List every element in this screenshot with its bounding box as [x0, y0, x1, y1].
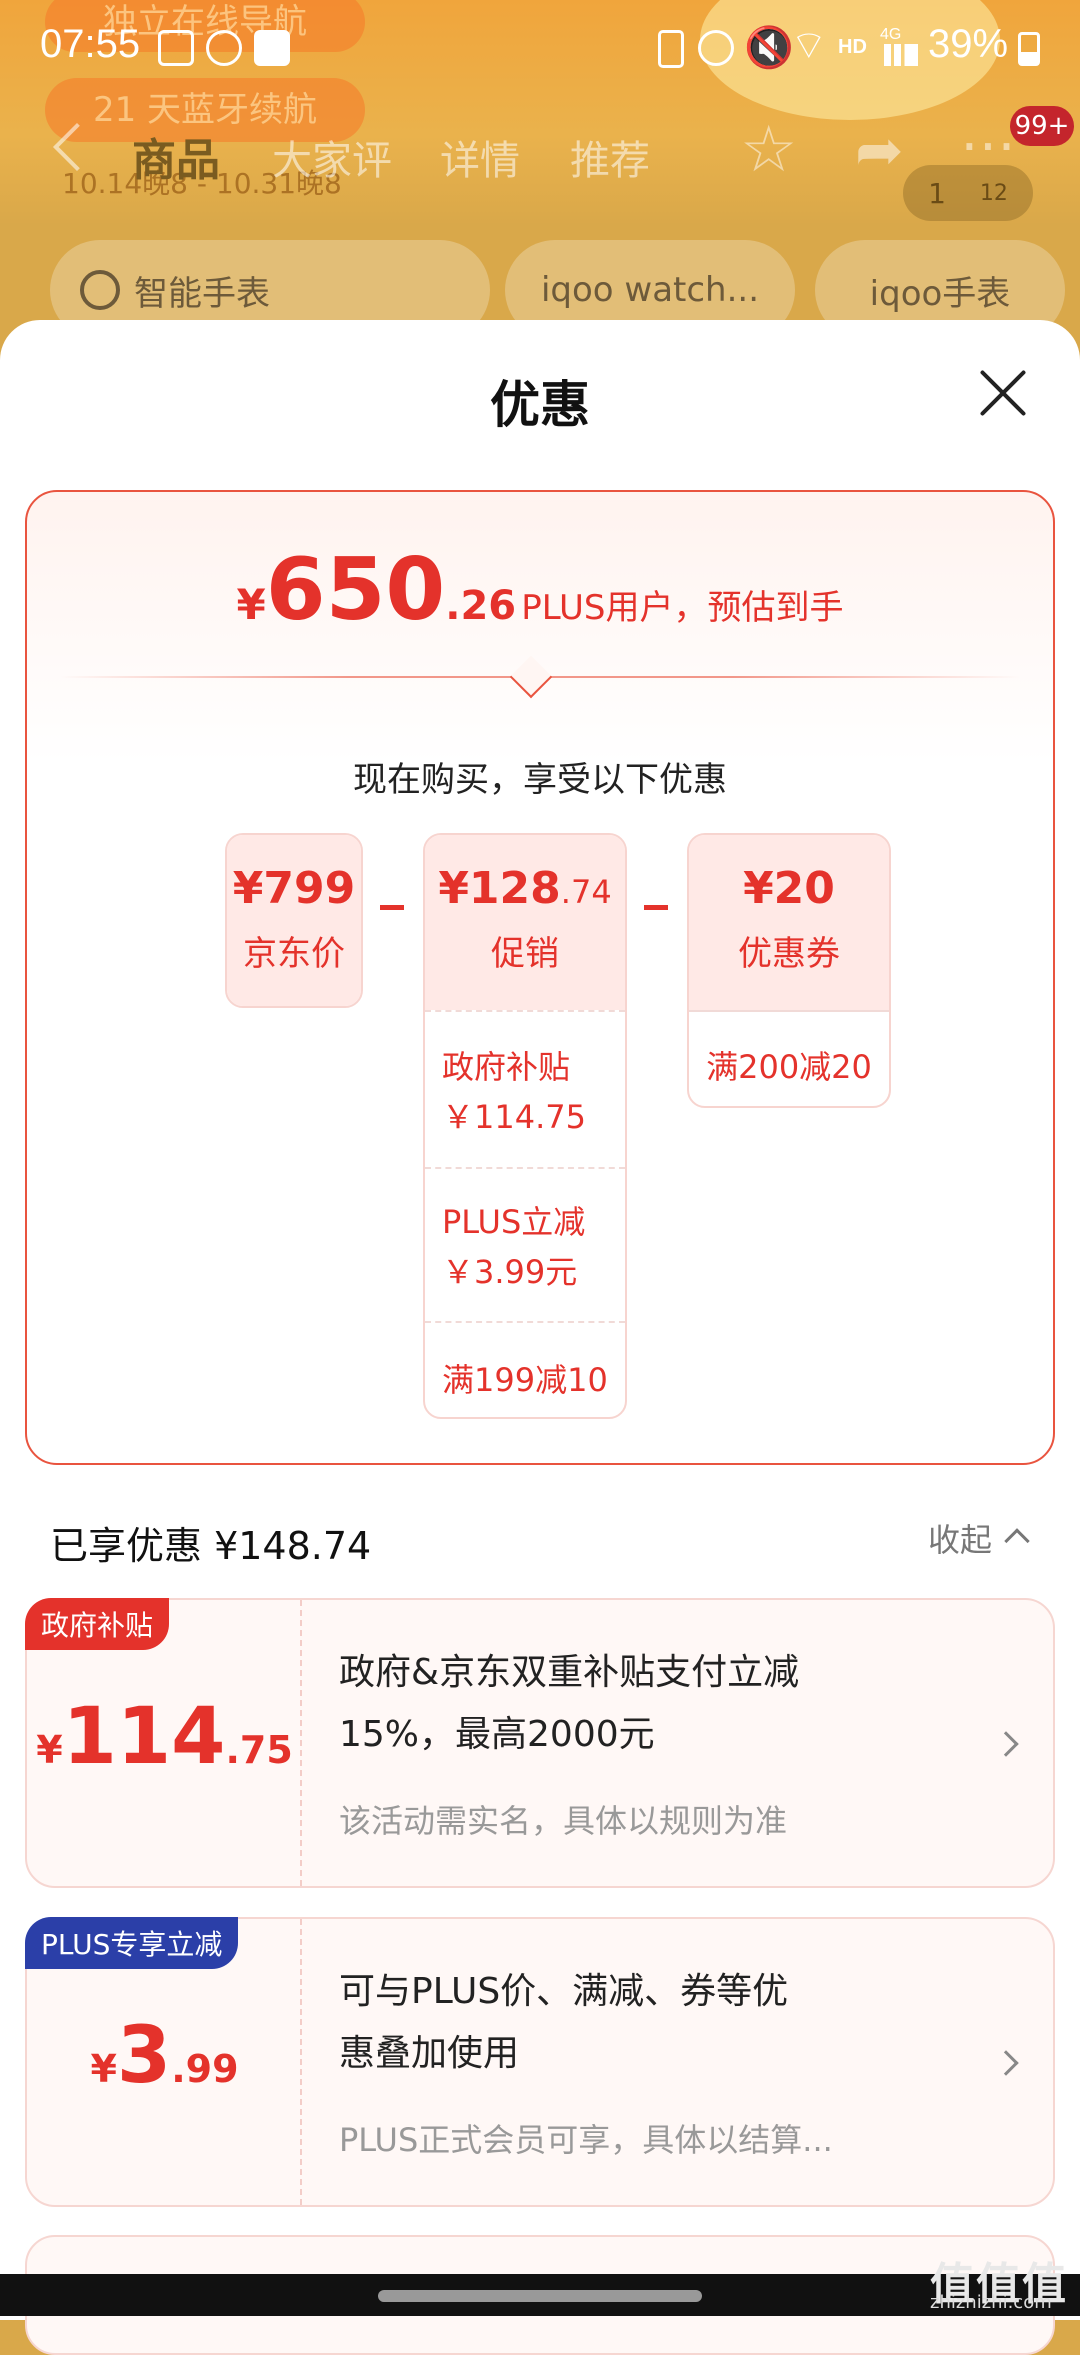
promo-value-int: ¥128: [438, 863, 561, 914]
jd-price-head: ¥799 京东价: [227, 835, 361, 1006]
currency-symbol: ¥: [236, 580, 266, 629]
status-time: 07:55: [40, 22, 141, 66]
coupon-caption: 优惠券: [738, 934, 840, 974]
promo-row-name: 政府补贴: [442, 1048, 571, 1086]
currency-symbol: ¥: [90, 2047, 117, 2091]
price-decimal: .26: [445, 583, 517, 629]
tab-recommend[interactable]: 推荐: [570, 128, 650, 186]
battery-percent: 39%: [928, 22, 1009, 66]
status-bar: 07:55 🔇 ⌔ HD 4G 39%: [0, 0, 1080, 92]
buy-now-text: 现在购买，享受以下优惠: [353, 760, 727, 800]
tab-goods[interactable]: 商品: [132, 124, 220, 188]
total-savings: 已享优惠 ¥148.74: [50, 1524, 372, 1568]
promo-row: 政府补贴 ￥114.75: [425, 1010, 625, 1167]
price-integer: 650: [265, 540, 446, 640]
jd-price-value: ¥799: [232, 863, 356, 914]
battery-icon: [1018, 32, 1040, 66]
promo-row: PLUS立减 ￥3.99元: [425, 1167, 625, 1321]
discount-description: 政府&京东双重补贴支付立减 15%，最高2000元: [339, 1642, 899, 1766]
promo-box: ¥128.74 促销 政府补贴 ￥114.75 PLUS立减 ￥3.99元 满1…: [423, 833, 627, 1419]
promo-row-amount: ￥3.99元: [442, 1253, 578, 1291]
sheet-title: 优惠: [490, 376, 590, 434]
gallery-icon: [158, 30, 194, 66]
mute-icon: 🔇: [744, 26, 794, 70]
discount-amount: ¥114.75: [27, 1692, 302, 1782]
promo-caption: 促销: [491, 934, 559, 974]
promo-value-dec: .74: [560, 873, 612, 911]
promo-row-amount: ￥114.75: [442, 1098, 586, 1136]
coupon-head: ¥20 优惠券: [689, 835, 889, 1010]
minus-sign: [380, 905, 404, 910]
pager-total: 12: [979, 180, 1008, 206]
collapse-button[interactable]: 收起: [928, 1515, 992, 1561]
discount-dec: .75: [225, 1728, 293, 1772]
discount-desc-line: 可与PLUS价、满减、券等优: [339, 1971, 789, 2012]
home-indicator[interactable]: [378, 2290, 702, 2302]
coupon-box: ¥20 优惠券 满200减20: [687, 833, 891, 1108]
network-type: 4G: [880, 26, 902, 43]
watermark-site: zhizhizhi.com: [930, 2292, 1052, 2313]
pager-current: 1: [928, 176, 946, 210]
jd-price-box: ¥799 京东价: [225, 833, 363, 1008]
battery-saver-icon: [658, 30, 684, 68]
tab-details[interactable]: 详情: [440, 128, 520, 186]
message-count-badge: 99+: [1010, 106, 1074, 146]
discount-card-gov-subsidy[interactable]: 政府补贴 ¥114.75 政府&京东双重补贴支付立减 15%，最高2000元 该…: [25, 1598, 1055, 1888]
alarm-icon: [698, 30, 734, 66]
discount-tag: 政府补贴: [25, 1598, 170, 1650]
discount-dec: .99: [171, 2047, 239, 2091]
discount-note: 该活动需实名，具体以规则为准: [339, 1802, 788, 1840]
discount-desc-line: 15%，最高2000元: [339, 1714, 655, 1755]
promo-row: 满199减10: [425, 1321, 625, 1417]
hd-icon: HD: [838, 36, 867, 58]
search-chip-label: 智能手表: [134, 273, 270, 314]
discount-amount: ¥3.99: [27, 2011, 302, 2101]
checkbox-icon: [254, 30, 290, 66]
discount-desc-line: 惠叠加使用: [339, 2033, 520, 2074]
discount-int: 114: [62, 1692, 226, 1782]
promo-row-name: PLUS立减: [442, 1203, 586, 1241]
minus-sign: [644, 905, 668, 910]
close-icon[interactable]: [978, 368, 1028, 418]
discount-desc-line: 政府&京东双重补贴支付立减: [339, 1652, 800, 1693]
promo-value: ¥128.74: [425, 835, 625, 914]
coupon-value: ¥20: [743, 863, 835, 914]
image-pager: 1 12: [903, 165, 1033, 221]
promo-head: ¥128.74 促销: [425, 835, 625, 1010]
wifi-icon: ⌔: [790, 24, 828, 68]
discount-description: 可与PLUS价、满减、券等优 惠叠加使用: [339, 1961, 899, 2085]
discount-card-plus[interactable]: PLUS专享立减 ¥3.99 可与PLUS价、满减、券等优 惠叠加使用 PLUS…: [25, 1917, 1055, 2207]
tab-reviews[interactable]: 大家评: [272, 128, 392, 186]
estimated-price: ¥650.26 PLUS用户，预估到手: [0, 540, 1080, 640]
star-icon[interactable]: ☆: [740, 118, 797, 182]
discount-int: 3: [116, 2011, 172, 2101]
currency-symbol: ¥: [36, 1728, 63, 1772]
chevron-right-icon: [993, 2050, 1019, 2076]
discount-note: PLUS正式会员可享，具体以结算...: [339, 2121, 833, 2159]
search-icon: [80, 270, 120, 310]
promo-row-name: 满199减10: [442, 1361, 608, 1399]
message-icon: [206, 30, 242, 66]
jd-price-caption: 京东价: [243, 934, 345, 974]
chevron-right-icon: [993, 1731, 1019, 1757]
coupon-row: 满200减20: [689, 1010, 889, 1106]
share-icon[interactable]: ➦: [855, 118, 904, 182]
signal-icon: [884, 44, 918, 66]
price-label: PLUS用户，预估到手: [521, 588, 844, 628]
discount-tag: PLUS专享立减: [25, 1917, 239, 1969]
